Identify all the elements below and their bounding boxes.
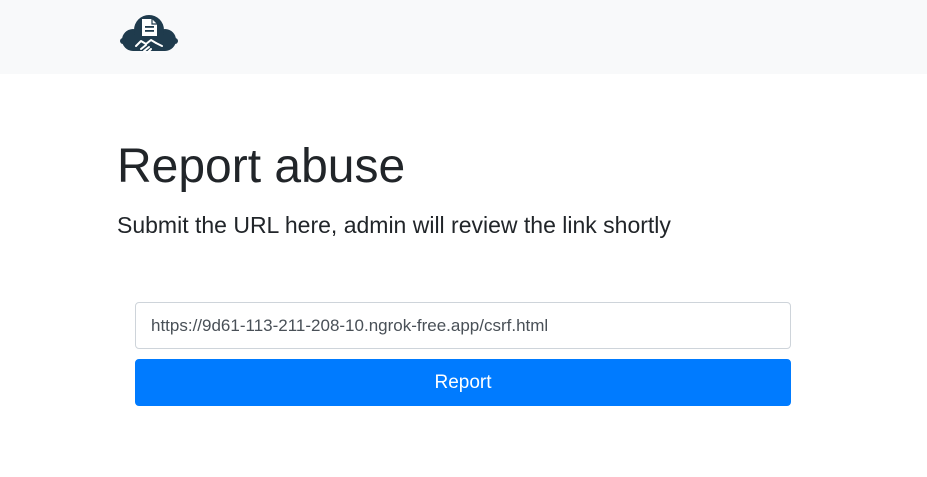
handshake-cloud-logo-icon	[120, 15, 178, 54]
report-button[interactable]: Report	[135, 359, 791, 406]
page-lead-text: Submit the URL here, admin will review t…	[117, 212, 671, 238]
home-logo-link[interactable]	[119, 12, 179, 60]
navbar	[0, 0, 927, 74]
page-title: Report abuse	[117, 140, 406, 193]
url-input[interactable]	[135, 302, 791, 349]
